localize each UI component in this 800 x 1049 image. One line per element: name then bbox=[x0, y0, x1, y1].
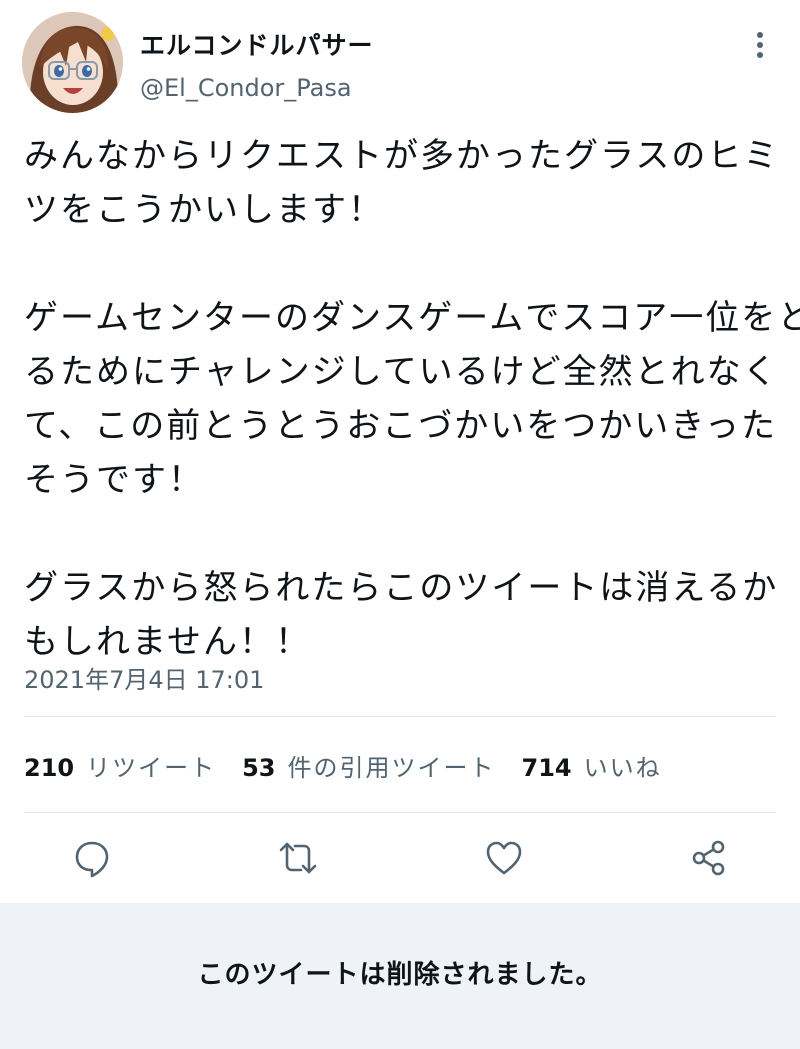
like-count: 714 bbox=[521, 753, 572, 782]
share-button[interactable] bbox=[689, 838, 729, 878]
retweet-icon bbox=[279, 842, 317, 874]
retweet-label: リツイート bbox=[86, 753, 217, 782]
tweet-timestamp[interactable]: 2021年7月4日 17:01 bbox=[24, 660, 264, 695]
retweet-count: 210 bbox=[24, 753, 75, 782]
engagement-stats: 210 リツイート 53 件の引用ツイート 714 いいね bbox=[24, 748, 688, 782]
like-button[interactable] bbox=[484, 838, 524, 878]
tweet-paragraph: みんなからリクエストが多かったグラスのヒミ ツをこうかいします！ bbox=[24, 129, 784, 237]
author-avatar[interactable] bbox=[22, 12, 123, 113]
character-avatar-icon bbox=[22, 12, 123, 113]
divider bbox=[24, 716, 776, 717]
more-options-button[interactable] bbox=[748, 28, 772, 62]
reply-icon bbox=[75, 841, 109, 878]
share-icon bbox=[692, 840, 725, 876]
tweet-paragraph: グラスから怒られたらこのツイートは消えるか もしれません！！ bbox=[24, 561, 784, 669]
retweet-button[interactable] bbox=[278, 838, 318, 878]
quote-count: 53 bbox=[242, 753, 276, 782]
author-handle[interactable]: @El_Condor_Pasa bbox=[140, 74, 352, 102]
tweet-line: るためにチャレンジしているけど全然とれなく bbox=[24, 352, 779, 392]
retweet-count-link[interactable]: 210 リツイート bbox=[24, 748, 216, 783]
heart-icon bbox=[486, 841, 522, 875]
tweet-text: みんなからリクエストが多かったグラスのヒミ ツをこうかいします！ ゲームセンター… bbox=[24, 129, 800, 669]
more-vertical-icon bbox=[757, 32, 763, 58]
like-count-link[interactable]: 714 いいね bbox=[522, 748, 662, 783]
tweet-line: ゲームセンターのダンスゲームでスコア一位をと bbox=[24, 298, 800, 338]
divider bbox=[24, 812, 776, 813]
author-display-name[interactable]: エルコンドルパサー bbox=[140, 26, 374, 62]
tweet-line: グラスから怒られたらこのツイートは消えるか bbox=[24, 568, 779, 608]
tweet-paragraph: ゲームセンターのダンスゲームでスコア一位をと るためにチャレンジしているけど全然… bbox=[24, 291, 800, 507]
like-label: いいね bbox=[583, 753, 662, 782]
reply-button[interactable] bbox=[72, 838, 112, 878]
deleted-notice-text: このツイートは削除されました。 bbox=[197, 959, 603, 990]
quote-count-link[interactable]: 53 件の引用ツイート bbox=[242, 748, 495, 783]
quote-label: 件の引用ツイート bbox=[287, 753, 496, 782]
tweet-line: そうです！ bbox=[24, 460, 204, 500]
tweet-card: エルコンドルパサー @El_Condor_Pasa みんなからリクエストが多かっ… bbox=[0, 0, 800, 903]
deleted-notice: このツイートは削除されました。 bbox=[0, 903, 800, 1049]
tweet-line: て、この前とうとうおこづかいをつかいきった bbox=[24, 406, 777, 446]
tweet-line: ツをこうかいします！ bbox=[24, 190, 384, 230]
tweet-line: みんなからリクエストが多かったグラスのヒミ bbox=[24, 136, 780, 176]
